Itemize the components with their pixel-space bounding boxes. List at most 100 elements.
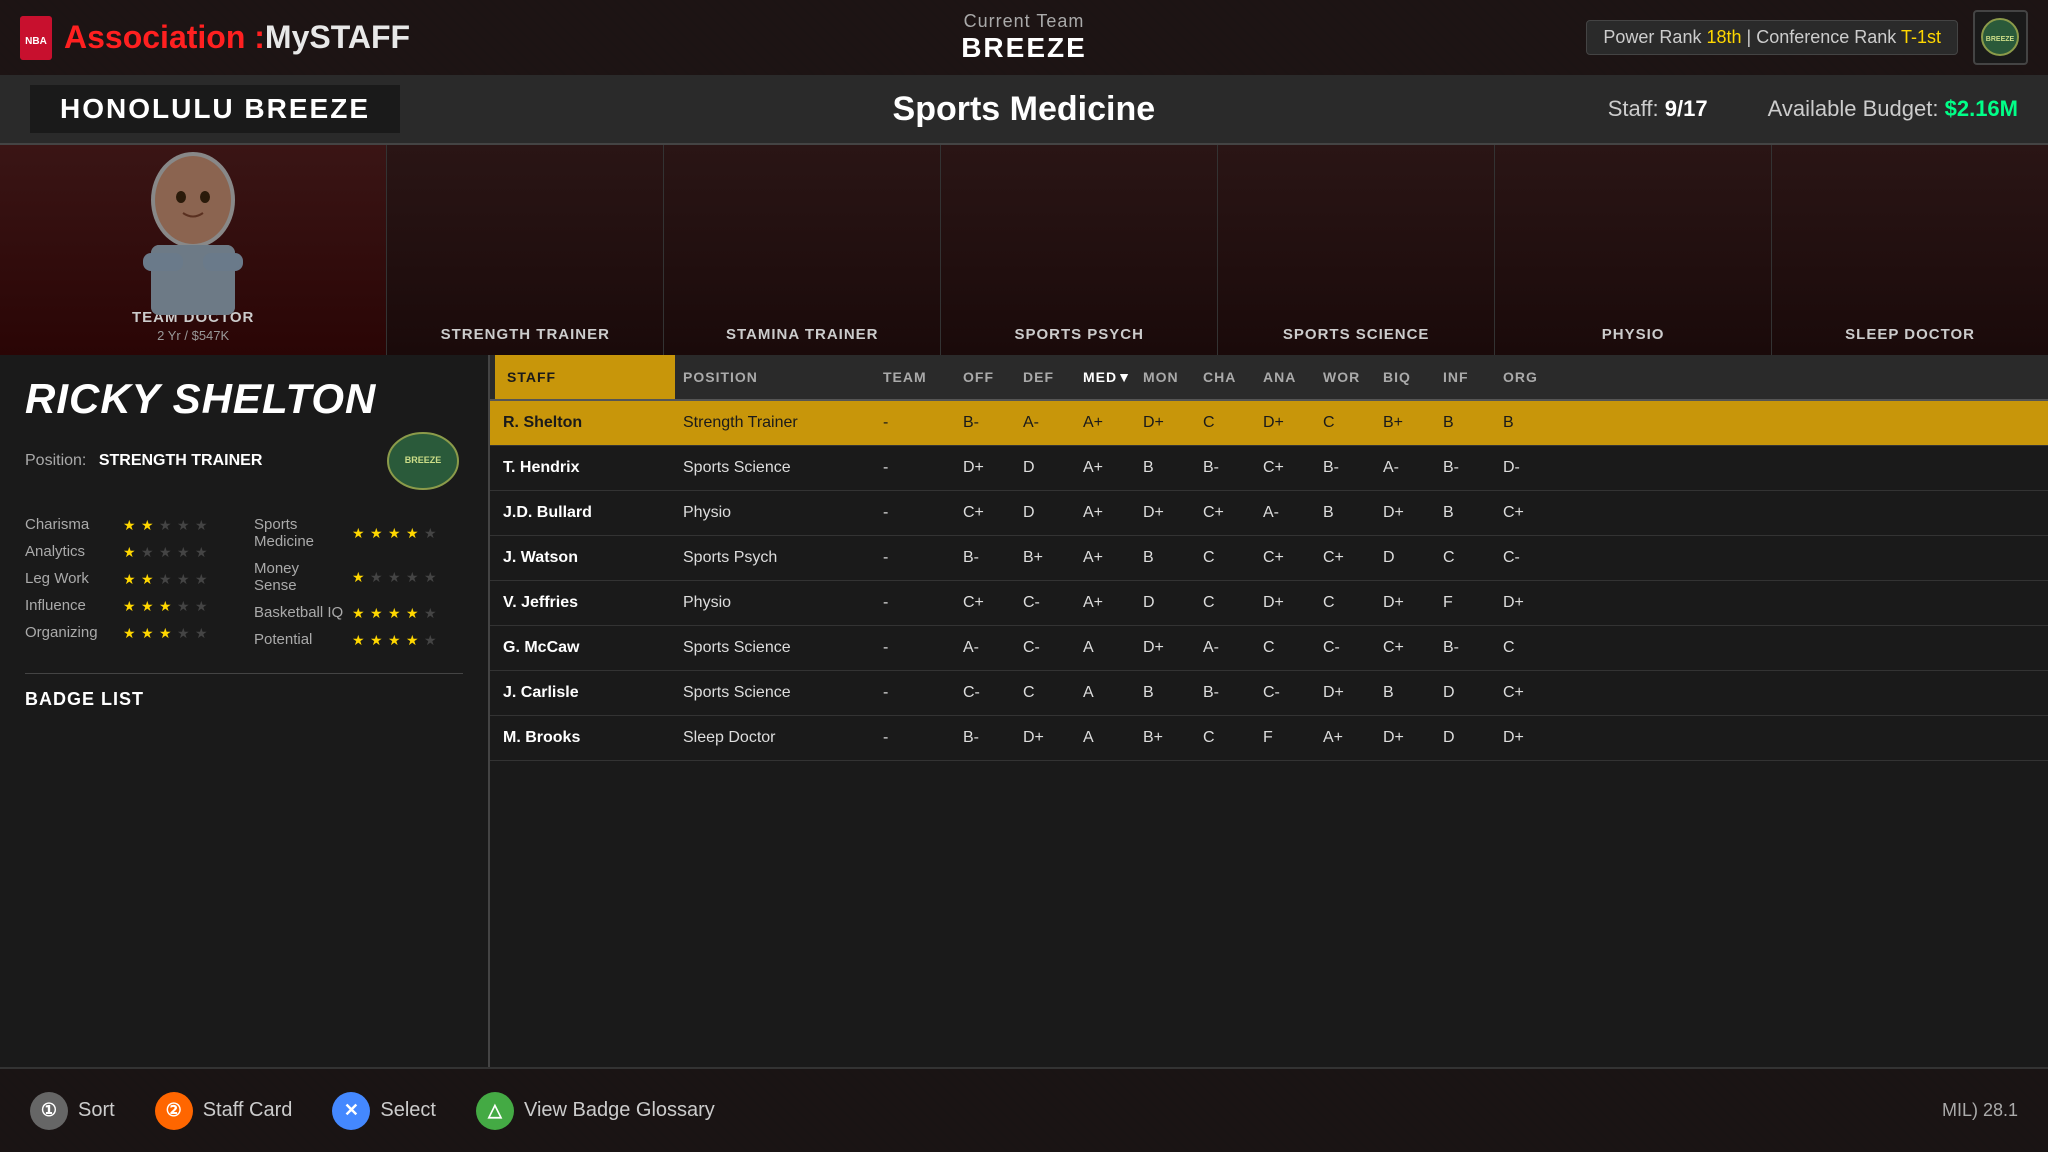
cell-ana: C- <box>1255 671 1315 715</box>
cell-def: C- <box>1015 581 1075 625</box>
cell-position: Sports Science <box>675 626 875 670</box>
table-row[interactable]: R. SheltonStrength Trainer-B-A-A+D+CD+CB… <box>490 401 2048 446</box>
cell-med: A <box>1075 716 1135 760</box>
cell-biq: D+ <box>1375 581 1435 625</box>
action-sort[interactable]: ① Sort <box>30 1092 115 1130</box>
cell-def: C- <box>1015 626 1075 670</box>
cell-def: C <box>1015 671 1075 715</box>
cell-team: - <box>875 491 955 535</box>
cell-med: A+ <box>1075 401 1135 445</box>
select-button-icon: ✕ <box>332 1092 370 1130</box>
staff-slot-strength[interactable]: STRENGTH TRAINER <box>387 145 664 355</box>
col-header-wor: WOR <box>1315 355 1375 399</box>
cell-wor: A+ <box>1315 716 1375 760</box>
action-select[interactable]: ✕ Select <box>332 1092 436 1130</box>
cell-biq: B <box>1375 671 1435 715</box>
cell-team: - <box>875 716 955 760</box>
staff-slot-doctor[interactable]: TEAM DOCTOR 2 Yr / $547K <box>0 145 387 355</box>
cell-ana: C <box>1255 626 1315 670</box>
cell-off: C+ <box>955 491 1015 535</box>
slot-doctor-sublabel: 2 Yr / $547K <box>157 328 229 343</box>
player-name: RICKY SHELTON <box>25 375 463 423</box>
secondary-stats: Sports Medicine ★ ★ ★ ★ ★ Money Sense ★ … <box>254 516 463 648</box>
table-row[interactable]: M. BrooksSleep Doctor-B-D+AB+CFA+D+DD+ <box>490 716 2048 761</box>
cell-wor: C <box>1315 581 1375 625</box>
table-row[interactable]: T. HendrixSports Science-D+DA+BB-C+B-A-B… <box>490 446 2048 491</box>
cell-name: G. McCaw <box>495 626 675 670</box>
action-staff-card[interactable]: ② Staff Card <box>155 1092 293 1130</box>
cell-biq: D <box>1375 536 1435 580</box>
cell-mon: D <box>1135 581 1195 625</box>
status-text: MIL) 28.1 <box>1942 1100 2018 1121</box>
cell-inf: D <box>1435 671 1495 715</box>
cell-biq: A- <box>1375 446 1435 490</box>
staff-slot-science[interactable]: SPORTS SCIENCE <box>1218 145 1495 355</box>
staff-card-button-icon: ② <box>155 1092 193 1130</box>
cell-position: Physio <box>675 491 875 535</box>
primary-stats: Charisma ★ ★ ★ ★ ★ Analytics ★ ★ ★ <box>25 516 234 648</box>
cell-wor: D+ <box>1315 671 1375 715</box>
col-header-team: TEAM <box>875 355 955 399</box>
cell-position: Strength Trainer <box>675 401 875 445</box>
cell-def: D <box>1015 446 1075 490</box>
cell-inf: B- <box>1435 626 1495 670</box>
team-name-display: HONOLULU BREEZE <box>30 85 400 133</box>
cell-inf: F <box>1435 581 1495 625</box>
cell-ana: D+ <box>1255 581 1315 625</box>
section-title: Sports Medicine <box>440 90 1608 129</box>
cell-def: D <box>1015 491 1075 535</box>
col-header-staff: STAFF <box>495 355 675 399</box>
cell-mon: D+ <box>1135 491 1195 535</box>
staff-slot-stamina[interactable]: STAMINA TRAINER <box>664 145 941 355</box>
table-row[interactable]: V. JeffriesPhysio-C+C-A+DCD+CD+FD+ <box>490 581 2048 626</box>
col-header-org: ORG <box>1495 355 1555 399</box>
slot-strength-label: STRENGTH TRAINER <box>441 326 610 343</box>
stat-basketballiq: Basketball IQ ★ ★ ★ ★ ★ <box>254 604 463 621</box>
cell-off: B- <box>955 716 1015 760</box>
staff-info: Staff: 9/17 <box>1608 96 1708 122</box>
col-header-ana: ANA <box>1255 355 1315 399</box>
cell-off: B- <box>955 536 1015 580</box>
cell-def: B+ <box>1015 536 1075 580</box>
cell-name: V. Jeffries <box>495 581 675 625</box>
slot-stamina-label: STAMINA TRAINER <box>726 326 879 343</box>
cell-ana: C+ <box>1255 446 1315 490</box>
cell-med: A+ <box>1075 581 1135 625</box>
cell-wor: C <box>1315 401 1375 445</box>
table-row[interactable]: J. WatsonSports Psych-B-B+A+BCC+C+DCC- <box>490 536 2048 581</box>
slot-science-label: SPORTS SCIENCE <box>1283 326 1430 343</box>
table-row[interactable]: J.D. BullardPhysio-C+DA+D+C+A-BD+BC+ <box>490 491 2048 536</box>
cell-mon: B <box>1135 446 1195 490</box>
cell-org: D+ <box>1495 716 1555 760</box>
cell-name: M. Brooks <box>495 716 675 760</box>
cell-cha: C <box>1195 716 1255 760</box>
cell-def: A- <box>1015 401 1075 445</box>
action-badge-glossary[interactable]: △ View Badge Glossary <box>476 1092 715 1130</box>
staff-slot-physio[interactable]: PHYSIO <box>1495 145 1772 355</box>
col-header-cha: CHA <box>1195 355 1255 399</box>
cell-inf: B <box>1435 491 1495 535</box>
cell-biq: D+ <box>1375 491 1435 535</box>
cell-org: C+ <box>1495 671 1555 715</box>
cell-position: Sports Science <box>675 671 875 715</box>
staff-slot-sleep[interactable]: SLEEP DOCTOR <box>1772 145 2048 355</box>
cell-cha: A- <box>1195 626 1255 670</box>
stat-legwork: Leg Work ★ ★ ★ ★ ★ <box>25 570 234 587</box>
cell-ana: F <box>1255 716 1315 760</box>
bottom-bar: ① Sort ② Staff Card ✕ Select △ View Badg… <box>0 1067 2048 1152</box>
cell-med: A+ <box>1075 446 1135 490</box>
staff-slot-psych[interactable]: SPORTS PSYCH <box>941 145 1218 355</box>
cell-def: D+ <box>1015 716 1075 760</box>
svg-text:BREEZE: BREEZE <box>405 455 442 465</box>
table-row[interactable]: G. McCawSports Science-A-C-AD+A-CC-C+B-C <box>490 626 2048 671</box>
cell-med: A <box>1075 626 1135 670</box>
table-body: R. SheltonStrength Trainer-B-A-A+D+CD+CB… <box>490 401 2048 1067</box>
slot-sleep-label: SLEEP DOCTOR <box>1845 326 1975 343</box>
cell-position: Physio <box>675 581 875 625</box>
cell-position: Sleep Doctor <box>675 716 875 760</box>
cell-med: A <box>1075 671 1135 715</box>
badge-glossary-button-icon: △ <box>476 1092 514 1130</box>
table-row[interactable]: J. CarlisleSports Science-C-CABB-C-D+BDC… <box>490 671 2048 716</box>
cell-wor: B- <box>1315 446 1375 490</box>
cell-ana: A- <box>1255 491 1315 535</box>
